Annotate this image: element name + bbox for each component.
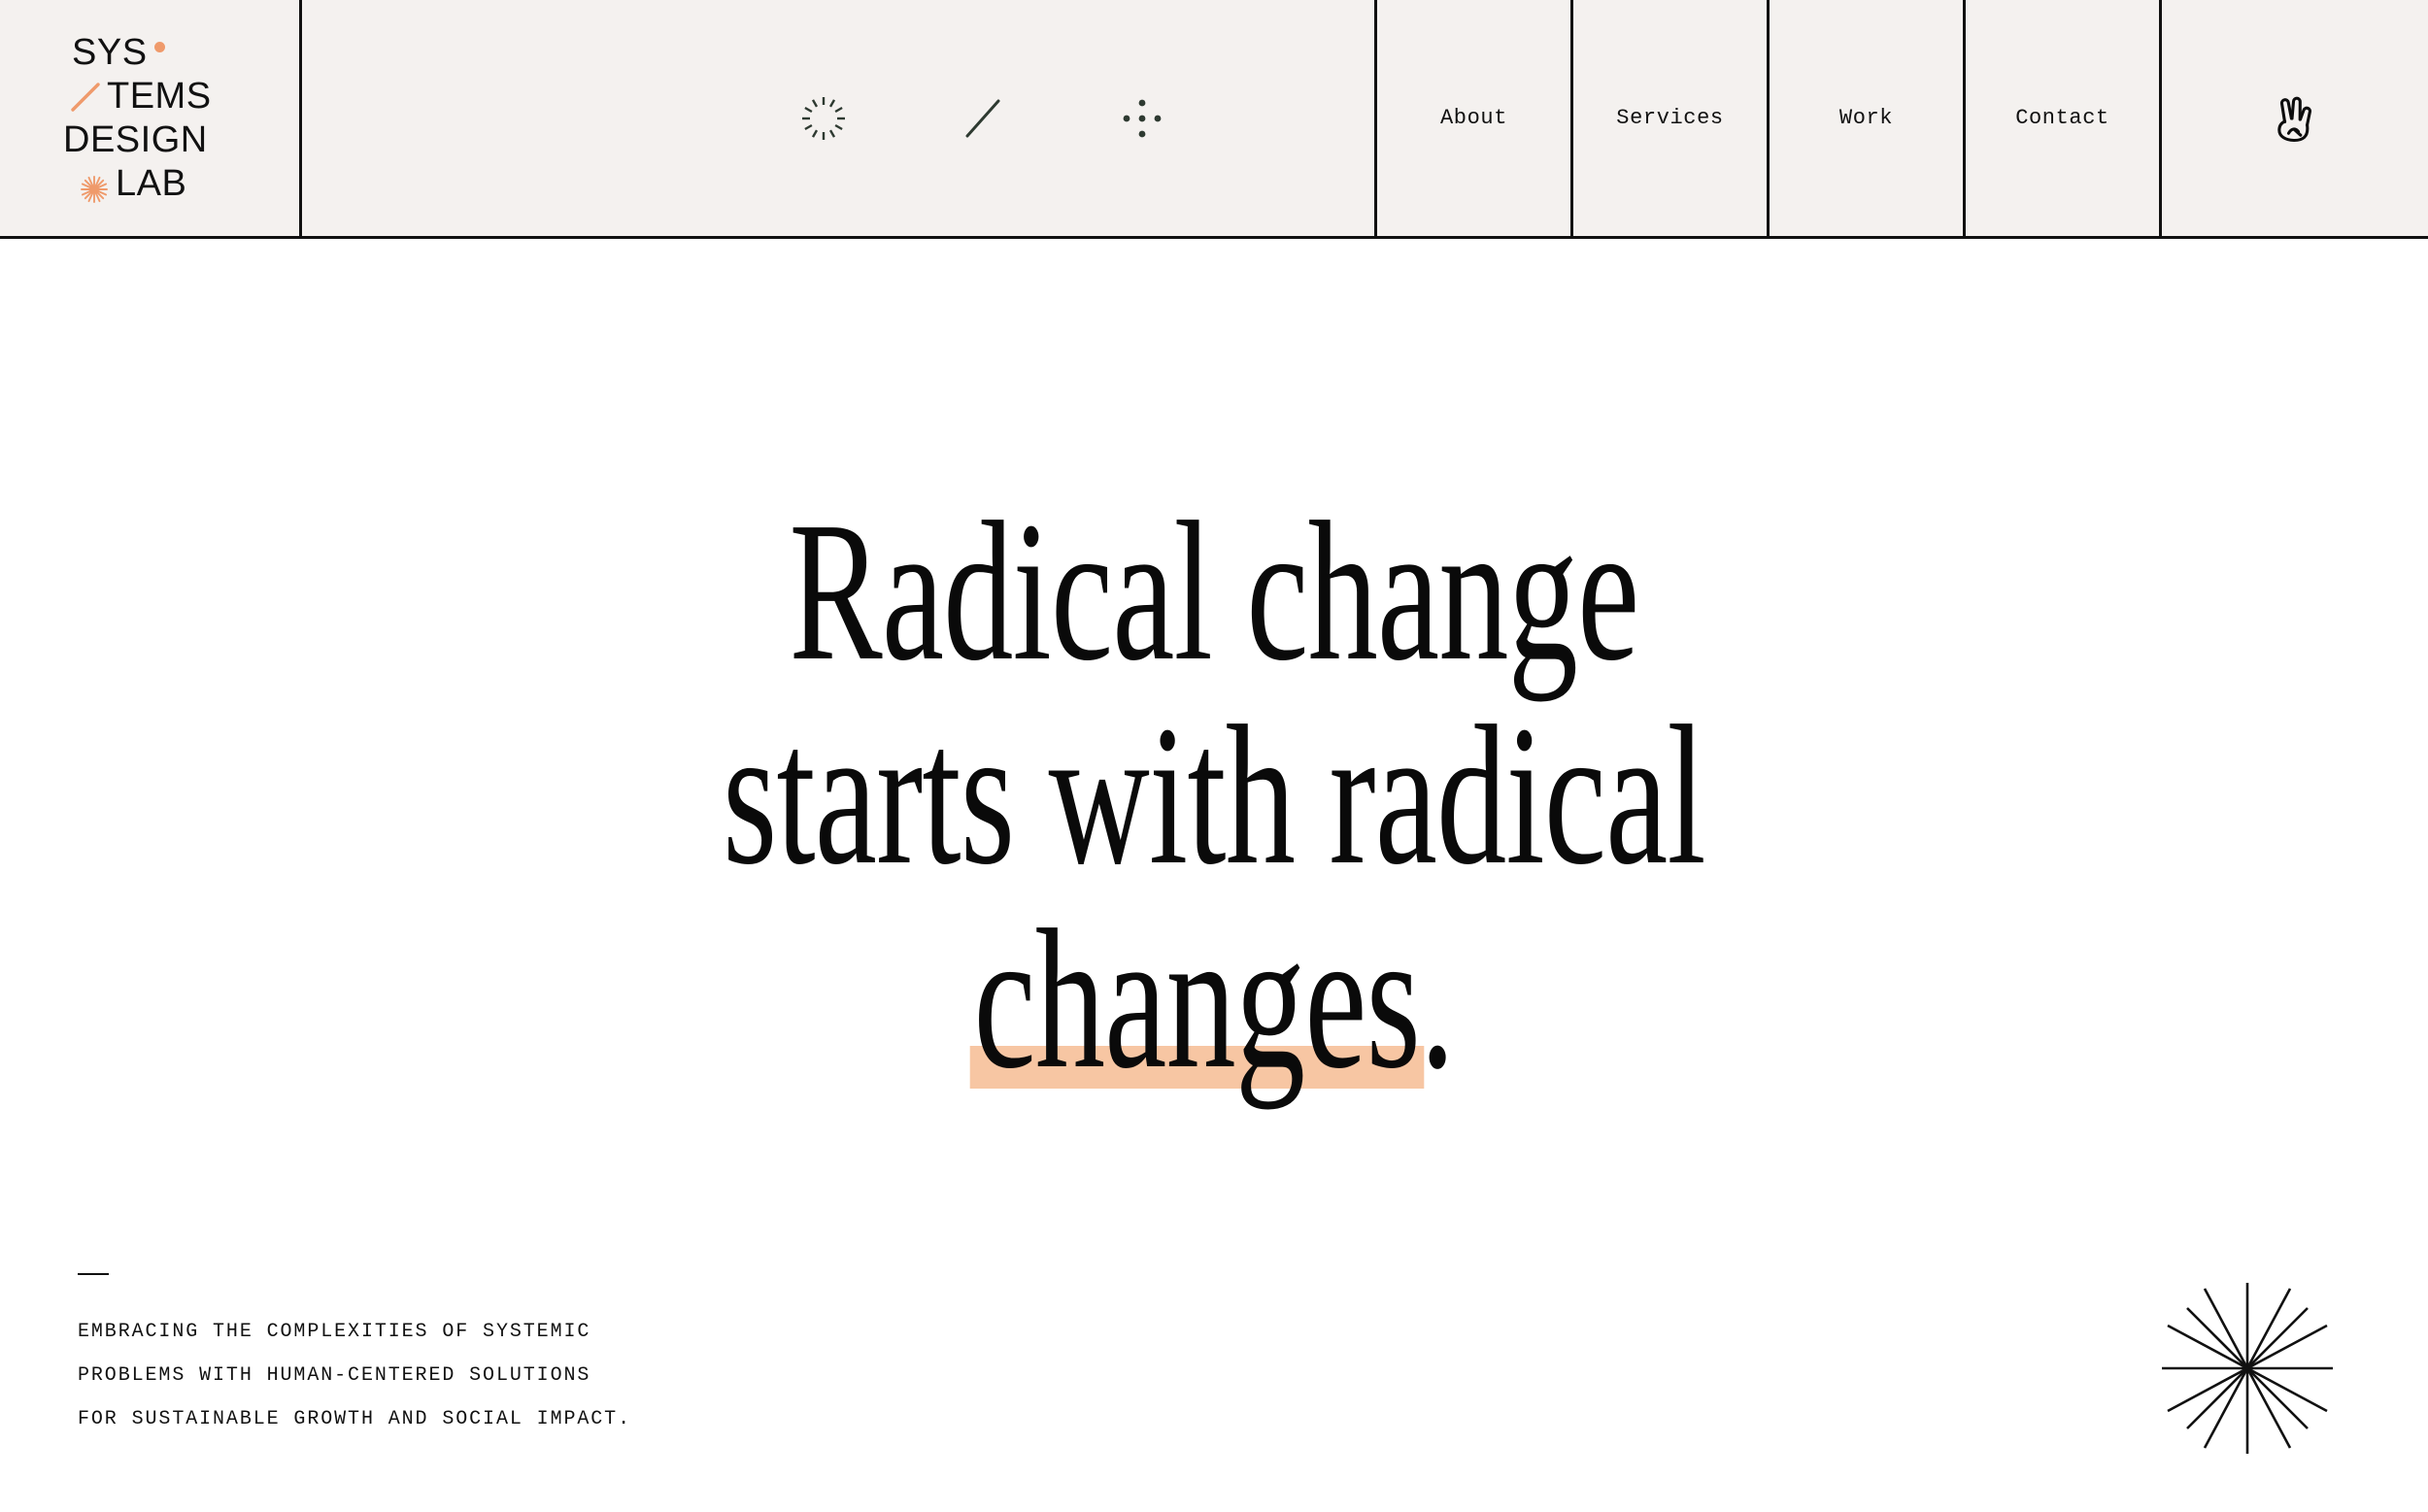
nav-label: About: [1439, 106, 1507, 130]
site-header: SYS TEMS DESIGN LAB About Services Work …: [0, 0, 2428, 239]
diagonal-slash-icon: [69, 81, 102, 114]
nav-item-work[interactable]: Work: [1767, 0, 1963, 236]
headline-line-1: Radical change: [789, 480, 1640, 702]
tagline-line-2: PROBLEMS WITH HUMAN-CENTERED SOLUTIONS: [78, 1364, 591, 1387]
nav-item-about[interactable]: About: [1374, 0, 1570, 236]
headline-period: .: [1420, 888, 1455, 1110]
nav-label: Work: [1838, 106, 1894, 130]
hero-headline: Radical change starts with radical chang…: [364, 489, 2064, 1101]
peace-hand-button[interactable]: [2159, 0, 2428, 236]
logo-line-1: SYS: [72, 31, 148, 73]
nav-label: Contact: [2015, 106, 2109, 130]
tagline-line-3: FOR SUSTAINABLE GROWTH AND SOCIAL IMPACT…: [78, 1408, 631, 1430]
brand-logo[interactable]: SYS TEMS DESIGN LAB: [63, 31, 212, 206]
nav-label: Services: [1616, 106, 1724, 130]
dot-cross-icon: [1116, 92, 1168, 145]
logo-line-3: DESIGN: [63, 118, 208, 160]
nav-item-contact[interactable]: Contact: [1963, 0, 2159, 236]
logo-line-2: TEMS: [107, 75, 212, 117]
logo-line-4: LAB: [116, 162, 187, 204]
headline-highlight: changes: [969, 888, 1425, 1110]
decorative-icon-strip: [299, 0, 1374, 236]
hero-tagline: EMBRACING THE COMPLEXITIES OF SYSTEMIC P…: [78, 1273, 816, 1441]
diagonal-slash-icon: [957, 92, 1009, 145]
sun-burst-icon: [80, 171, 109, 203]
logo-cell[interactable]: SYS TEMS DESIGN LAB: [0, 0, 299, 236]
dot-accent-icon: [153, 41, 165, 52]
headline-line-3: changes.: [364, 897, 2064, 1101]
starburst-icon: [2150, 1271, 2344, 1465]
tagline-rule: [78, 1273, 109, 1275]
hero-section: Radical change starts with radical chang…: [0, 239, 2428, 1512]
tagline-line-1: EMBRACING THE COMPLEXITIES OF SYSTEMIC: [78, 1321, 591, 1343]
headline-line-2: starts with radical: [723, 684, 1706, 906]
nav-item-services[interactable]: Services: [1570, 0, 1767, 236]
radial-burst-icon: [797, 92, 850, 145]
peace-hand-icon: [2265, 88, 2325, 149]
